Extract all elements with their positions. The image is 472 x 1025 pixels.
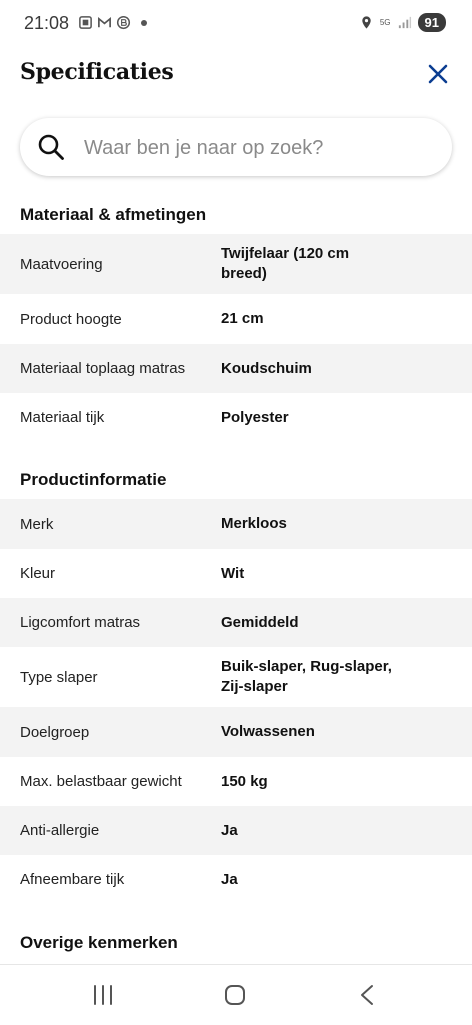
app-notification-icon <box>116 15 131 30</box>
spec-label: Type slaper <box>20 668 98 686</box>
location-icon <box>362 16 371 29</box>
spec-label: Materiaal toplaag matras <box>20 360 186 377</box>
spec-value: 21 cm <box>221 310 264 327</box>
spec-value: Polyester <box>221 408 289 426</box>
spec-label: Anti-allergie <box>20 822 100 839</box>
close-icon[interactable] <box>424 60 452 88</box>
spec-row: Merk Merkloos <box>0 499 472 549</box>
spec-value: Gemiddeld <box>221 613 299 631</box>
signal-icon <box>398 16 411 29</box>
spec-label: Product hoogte <box>20 310 122 328</box>
spec-value: Merkloos <box>221 515 287 532</box>
spec-label: Materiaal tijk <box>20 409 105 426</box>
spec-label: Ligcomfort matras <box>20 614 141 631</box>
spec-row: Doelgroep Volwassenen <box>0 707 472 757</box>
network-type: 5G <box>379 17 391 27</box>
spec-value: Ja <box>221 870 238 888</box>
spec-value: Wit <box>221 564 245 582</box>
spec-value: Koudschuim <box>221 359 312 377</box>
spec-label: Max. belastbaar gewicht <box>20 773 182 790</box>
spec-row: Product hoogte 21 cm <box>0 294 472 344</box>
header: Specificaties <box>0 48 472 100</box>
spec-value: Ja <box>221 821 238 839</box>
screenshot-icon <box>79 16 92 29</box>
back-icon[interactable] <box>352 983 382 1007</box>
search-bar[interactable] <box>20 118 452 176</box>
spec-row: Ligcomfort matras Gemiddeld <box>0 598 472 647</box>
spec-row: Kleur Wit <box>0 549 472 598</box>
page-title: Specificaties <box>20 59 174 85</box>
spec-row: Afneembare tijk Ja <box>0 855 472 904</box>
spec-row: Maatvoering Twijfelaar (120 cm breed) <box>0 234 472 294</box>
status-right-icons: 5G 91 <box>359 13 446 32</box>
spec-row: Type slaper Buik-slaper, Rug-slaper, Zij… <box>0 647 472 707</box>
notification-icons <box>78 15 147 30</box>
spec-label: Maatvoering <box>20 255 103 273</box>
spec-value: 150 kg <box>221 772 268 790</box>
status-time: 21:08 <box>24 13 70 33</box>
spec-label: Doelgroep <box>20 723 90 741</box>
spec-label: Merk <box>20 515 54 533</box>
spec-row: Max. belastbaar gewicht 150 kg <box>0 757 472 806</box>
section-title-overige-kenmerken: Overige kenmerken <box>20 933 178 952</box>
recents-icon[interactable] <box>88 983 118 1007</box>
spec-row: Materiaal toplaag matras Koudschuim <box>0 344 472 393</box>
section-title-materiaal: Materiaal & afmetingen <box>20 205 207 224</box>
status-bar: 21:08 5G 91 <box>0 0 472 48</box>
spec-value: Buik-slaper, Rug-slaper, Zij-slaper <box>221 658 392 695</box>
more-notifications-dot <box>141 19 147 26</box>
spec-value: Volwassenen <box>221 723 315 740</box>
spec-row: Materiaal tijk Polyester <box>0 393 472 442</box>
battery-indicator: 91 <box>417 13 446 32</box>
system-nav-bar <box>0 964 472 1025</box>
spec-label: Kleur <box>20 565 56 582</box>
spec-value: Twijfelaar (120 cm breed) <box>221 245 350 282</box>
section-title-productinformatie: Productinformatie <box>20 470 167 489</box>
search-input[interactable] <box>82 130 436 166</box>
spec-row: Anti-allergie Ja <box>0 806 472 855</box>
gmail-icon <box>98 16 111 28</box>
spec-label: Afneembare tijk <box>20 871 125 888</box>
search-icon[interactable] <box>36 132 66 162</box>
home-icon[interactable] <box>220 983 250 1007</box>
